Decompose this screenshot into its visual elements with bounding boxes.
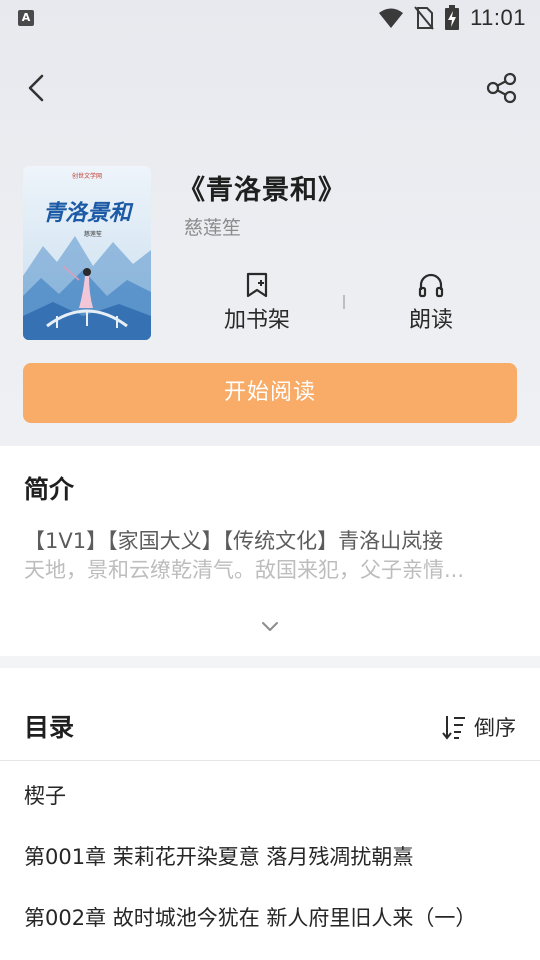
cover-author: 慈莲笙 [84,230,102,238]
expand-intro-button[interactable] [258,614,282,638]
no-sim-icon [414,6,434,30]
intro-text[interactable]: 【1V1】【家国大义】【传统文化】青洛山岚接 天地，景和云缭乾清气。敌国来犯，父… [24,527,516,585]
catalog-heading: 目录 [24,713,75,742]
book-title: 《青洛景和》 [178,175,346,206]
start-reading-button[interactable]: 开始阅读 [23,363,517,423]
intro-line-2: 天地，景和云缭乾清气。敌国来犯，父子亲情... [24,558,465,582]
chapter-item[interactable]: 楔子 [24,780,524,810]
intro-line-1: 【1V1】【家国大义】【传统文化】青洛山岚接 [24,529,444,553]
status-icons: 11:01 [378,5,526,31]
catalog-divider [0,760,540,761]
chevron-left-icon [28,74,44,102]
status-bar: A 11:01 [0,0,540,36]
add-to-shelf-button[interactable]: 加书架 [197,270,317,334]
cover-title: 青洛景和 [43,200,134,226]
back-button[interactable] [20,70,56,106]
battery-charging-icon [445,5,460,30]
bookmark-add-icon [246,272,268,298]
read-aloud-button[interactable]: 朗读 [371,270,491,334]
read-aloud-label: 朗读 [408,308,453,333]
chevron-down-icon [262,622,278,631]
status-time: 11:01 [470,5,526,30]
book-author[interactable]: 慈莲笙 [184,213,241,240]
share-icon [486,72,517,104]
wifi-icon [379,8,404,28]
sort-icon [442,716,465,740]
action-divider [343,295,345,309]
cover-publisher: 创世文学网 [72,172,102,180]
app-notification-icon: A [18,10,34,26]
book-cover[interactable]: 创世文学网 青洛景和 慈莲笙 [23,166,151,340]
chapter-item[interactable]: 第002章 故时城池今犹在 新人府里旧人来（一） [24,902,524,932]
add-to-shelf-label: 加书架 [223,308,290,333]
sort-order-button[interactable]: 倒序 [442,712,516,742]
book-cover-image: 创世文学网 青洛景和 慈莲笙 [23,166,151,340]
headphones-icon [418,273,444,298]
sort-order-label: 倒序 [474,716,516,740]
intro-heading: 简介 [24,475,75,504]
section-separator [0,656,540,668]
chapter-item[interactable]: 第001章 茉莉花开染夏意 落月残凋扰朝熹 [24,841,524,871]
share-button[interactable] [484,70,520,106]
